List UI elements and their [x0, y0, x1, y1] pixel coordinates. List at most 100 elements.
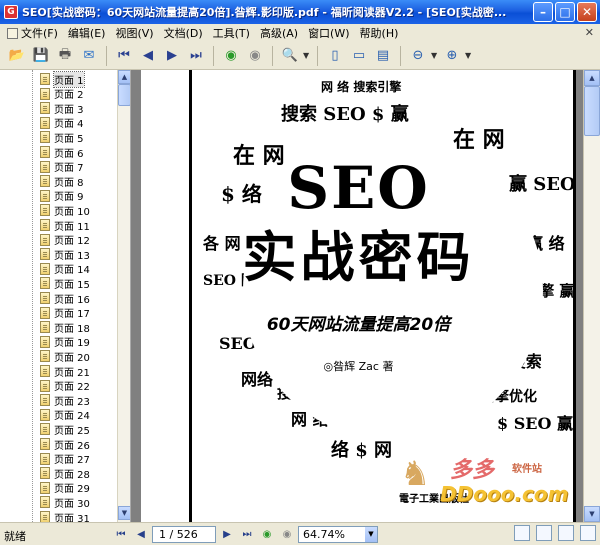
print-icon[interactable]: 🖶 — [54, 45, 76, 67]
cover-subtitle: 实战密码 — [242, 226, 475, 289]
sidebar-page-item[interactable]: 页面 27 — [40, 452, 90, 466]
document-close-icon[interactable]: ✕ — [585, 26, 594, 39]
sidebar-page-label: 页面 7 — [54, 163, 84, 175]
page-icon — [40, 306, 50, 319]
page-icon — [40, 189, 50, 202]
document-icon — [7, 27, 18, 39]
sidebar-page-item[interactable]: 页面 3 — [40, 101, 84, 116]
sidebar-page-item[interactable]: 页面 2 — [40, 87, 84, 101]
next-page-icon[interactable]: ▶ — [218, 525, 236, 543]
next-page-icon[interactable]: ▶ — [161, 45, 183, 67]
email-icon[interactable]: ✉ — [78, 45, 100, 67]
sidebar-page-item[interactable]: 页面 6 — [40, 145, 84, 160]
sidebar-page-item[interactable]: 页面 31 — [40, 510, 90, 522]
previous-page-icon[interactable]: ◀ — [132, 525, 150, 543]
sidebar-page-item[interactable]: 页面 18 — [40, 320, 90, 335]
maximize-button[interactable]: □ — [555, 2, 575, 22]
first-page-icon[interactable]: ⏮ — [112, 525, 130, 543]
forward-icon[interactable]: ◉ — [278, 525, 296, 543]
sidebar-page-item[interactable]: 页面 22 — [40, 379, 90, 393]
sidebar-page-item[interactable]: 页面 25 — [40, 422, 90, 437]
menu-document[interactable]: 文档(D) — [159, 24, 208, 42]
sidebar-scrollbar[interactable]: ▲ ▼ — [117, 70, 130, 522]
page-icon — [40, 233, 50, 246]
open-icon[interactable]: 📂 — [6, 45, 28, 67]
menu-advanced[interactable]: 高级(A) — [255, 24, 303, 42]
sidebar-page-item[interactable]: 页面 17 — [40, 306, 90, 320]
sidebar-page-label: 页面 15 — [54, 279, 90, 291]
forward-icon[interactable]: ◉ — [244, 45, 266, 67]
menu-window[interactable]: 窗口(W) — [303, 24, 354, 42]
sidebar-page-item[interactable]: 页面 19 — [40, 335, 90, 349]
window-title: SEO[实战密码：60天网站流量提高20倍].昝辉.影印版.pdf - 福昕阅读… — [22, 6, 507, 19]
menu-file[interactable]: 文件(F) — [2, 24, 63, 42]
sidebar-page-item[interactable]: 页面 30 — [40, 495, 90, 510]
fit-page-icon[interactable]: ▭ — [348, 45, 370, 67]
document-scrollbar[interactable]: ▲ ▼ — [583, 70, 600, 522]
zoom-icon[interactable]: 🔍 — [279, 45, 301, 67]
sidebar-page-item[interactable]: 页面 5 — [40, 130, 84, 145]
scroll-down-icon[interactable]: ▼ — [584, 506, 600, 522]
sidebar-page-item[interactable]: 页面 11 — [40, 218, 90, 233]
scroll-down-icon[interactable]: ▼ — [118, 506, 130, 520]
minimize-button[interactable]: – — [533, 2, 553, 22]
fit-width-icon[interactable]: ▤ — [372, 45, 394, 67]
cover-title: SEO — [287, 154, 430, 222]
sidebar-page-label: 页面 14 — [54, 265, 90, 277]
continuous-facing-view-icon[interactable] — [580, 525, 596, 541]
page-number-input[interactable]: 1 / 526 — [152, 525, 216, 543]
sidebar-page-item[interactable]: 页面 1 — [40, 70, 85, 88]
zoom-in-icon[interactable]: ⊕ — [441, 45, 463, 67]
sidebar-page-item[interactable]: 页面 15 — [40, 276, 90, 291]
sidebar-page-item[interactable]: 页面 8 — [40, 174, 84, 189]
page-icon — [40, 496, 50, 509]
sidebar-page-item[interactable]: 页面 13 — [40, 247, 90, 262]
sidebar-page-item[interactable]: 页面 21 — [40, 364, 90, 379]
page-icon — [40, 87, 50, 100]
page-icon — [40, 481, 50, 494]
sidebar-page-item[interactable]: 页面 28 — [40, 466, 90, 481]
zoom-dropdown-icon[interactable]: ▼ — [303, 51, 311, 60]
back-icon[interactable]: ◉ — [258, 525, 276, 543]
menu-edit[interactable]: 编辑(E) — [63, 24, 111, 42]
single-page-icon[interactable]: ▯ — [324, 45, 346, 67]
menu-view[interactable]: 视图(V) — [110, 24, 158, 42]
last-page-icon[interactable]: ⏭ — [238, 525, 256, 543]
zoom-select[interactable]: 64.74% ▼ — [298, 525, 378, 543]
back-icon[interactable]: ◉ — [220, 45, 242, 67]
continuous-view-icon[interactable] — [536, 525, 552, 541]
page-border — [189, 70, 192, 522]
sidebar-page-item[interactable]: 页面 23 — [40, 393, 90, 408]
save-icon[interactable]: 💾 — [30, 45, 52, 67]
zoom-in-dropdown-icon[interactable]: ▼ — [465, 51, 473, 60]
view-mode-buttons — [514, 525, 596, 541]
sidebar-page-item[interactable]: 页面 29 — [40, 481, 90, 495]
zoom-out-icon[interactable]: ⊖ — [407, 45, 429, 67]
previous-page-icon[interactable]: ◀ — [137, 45, 159, 67]
sidebar-page-item[interactable]: 页面 16 — [40, 291, 90, 306]
zoom-out-dropdown-icon[interactable]: ▼ — [431, 51, 439, 60]
sidebar-page-item[interactable]: 页面 26 — [40, 437, 90, 452]
last-page-icon[interactable]: ⏭ — [185, 45, 207, 67]
scrollbar-thumb[interactable] — [584, 86, 600, 136]
sidebar-page-label: 页面 9 — [54, 192, 84, 204]
sidebar-page-item[interactable]: 页面 14 — [40, 262, 90, 276]
first-page-icon[interactable]: ⏮ — [113, 45, 135, 67]
sidebar-page-item[interactable]: 页面 7 — [40, 160, 84, 174]
menu-tools[interactable]: 工具(T) — [208, 24, 255, 42]
scroll-up-icon[interactable]: ▲ — [118, 70, 130, 84]
single-page-view-icon[interactable] — [514, 525, 530, 541]
scroll-up-icon[interactable]: ▲ — [584, 70, 600, 86]
sidebar-page-item[interactable]: 页面 12 — [40, 233, 90, 247]
sidebar-page-item[interactable]: 页面 20 — [40, 349, 90, 364]
menu-help[interactable]: 帮助(H) — [355, 24, 404, 42]
sidebar-page-item[interactable]: 页面 9 — [40, 189, 84, 203]
facing-view-icon[interactable] — [558, 525, 574, 541]
sidebar-page-item[interactable]: 页面 24 — [40, 408, 90, 422]
scrollbar-thumb[interactable] — [118, 84, 130, 106]
close-button[interactable]: ✕ — [577, 2, 597, 22]
zoom-dropdown-icon[interactable]: ▼ — [365, 526, 377, 542]
sidebar-page-item[interactable]: 页面 10 — [40, 203, 90, 218]
page-icon — [40, 102, 50, 115]
sidebar-page-item[interactable]: 页面 4 — [40, 116, 84, 130]
